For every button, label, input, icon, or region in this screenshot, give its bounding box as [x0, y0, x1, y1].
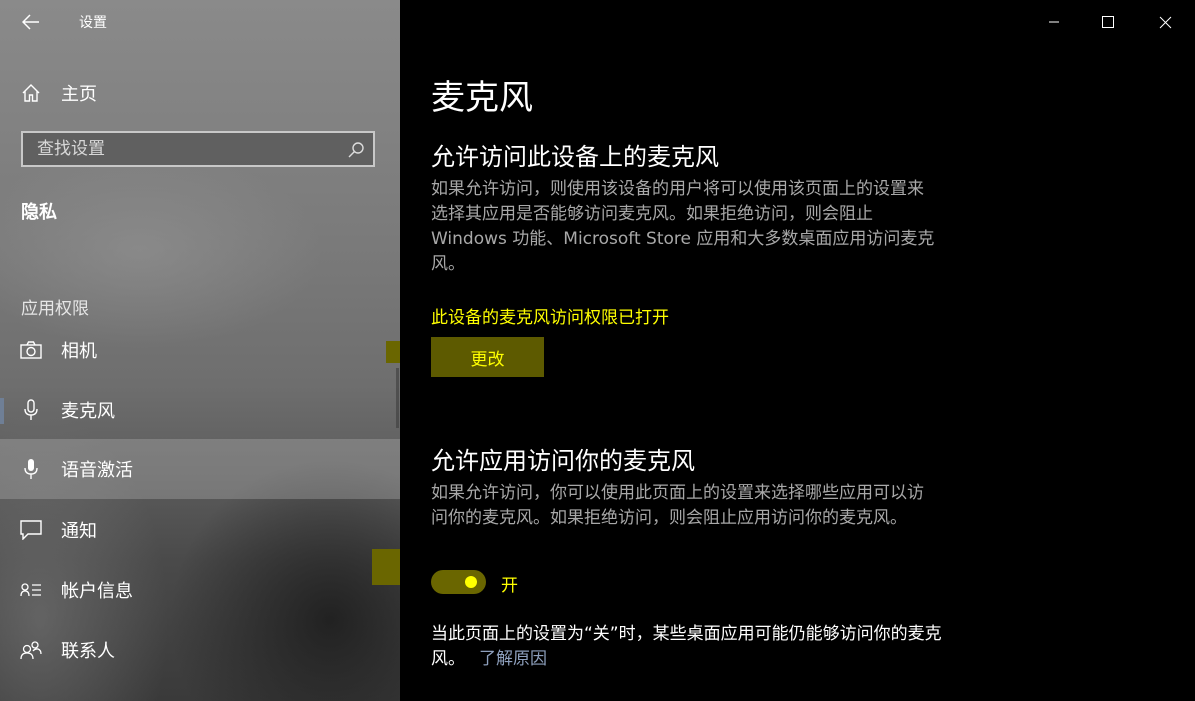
contacts-icon: [20, 639, 42, 661]
footnote-line-end: 风。: [431, 649, 465, 669]
description-line: 风。: [431, 254, 465, 274]
maximize-icon: [1102, 16, 1114, 28]
app-access-toggle[interactable]: [431, 570, 486, 594]
description-line: 选择其应用是否能够访问麦克风。如果拒绝访问，则会阻止: [431, 204, 873, 224]
highlight-artifact: [372, 549, 400, 585]
learn-why-link[interactable]: 了解原因: [479, 649, 547, 669]
message-icon: [20, 519, 42, 541]
selection-indicator: [0, 398, 4, 424]
section-heading-app-permissions: 应用权限: [21, 299, 89, 319]
maximize-button[interactable]: [1085, 8, 1131, 36]
sidebar-item-label: 主页: [61, 84, 97, 105]
sidebar: 设置 主页 隐私 应用权限: [0, 0, 400, 701]
sidebar-item-contacts[interactable]: 联系人: [0, 620, 400, 680]
device-access-status: 此设备的麦克风访问权限已打开: [431, 308, 669, 328]
toggle-state-label: 开: [501, 576, 518, 596]
footnote: 当此页面上的设置为“关”时，某些桌面应用可能仍能够访问你的麦克 风。 了解原因: [431, 622, 1011, 672]
sidebar-item-account-info[interactable]: 帐户信息: [0, 560, 400, 620]
back-button[interactable]: [18, 9, 44, 35]
camera-icon: [20, 339, 42, 361]
toggle-knob: [465, 576, 477, 588]
sidebar-item-label: 帐户信息: [61, 581, 133, 602]
search-icon[interactable]: [347, 141, 365, 159]
device-access-heading: 允许访问此设备上的麦克风: [431, 143, 719, 171]
sidebar-item-camera[interactable]: 相机: [0, 320, 400, 380]
close-button[interactable]: [1142, 8, 1188, 36]
page-title: 麦克风: [431, 78, 533, 118]
sidebar-item-label: 相机: [61, 341, 97, 362]
description-line: 问你的麦克风。如果拒绝访问，则会阻止应用访问你的麦克风。: [431, 508, 907, 528]
minimize-button[interactable]: [1031, 8, 1077, 36]
description-line: Windows 功能、Microsoft Store 应用和大多数桌面应用访问麦…: [431, 229, 935, 249]
search-input[interactable]: [23, 138, 339, 160]
highlight-artifact: [386, 341, 400, 363]
section-heading-privacy: 隐私: [21, 202, 57, 223]
app-title: 设置: [79, 15, 107, 31]
sidebar-item-label: 语音激活: [61, 460, 133, 481]
footnote-line: 当此页面上的设置为“关”时，某些桌面应用可能仍能够访问你的麦克: [431, 624, 942, 644]
main-content: 麦克风 允许访问此设备上的麦克风 如果允许访问，则使用该设备的用户将可以使用该页…: [401, 0, 1195, 701]
footnote-line-2: 风。 了解原因: [431, 647, 1011, 672]
description-line: 如果允许访问，你可以使用此页面上的设置来选择哪些应用可以访: [431, 483, 924, 503]
app-access-heading: 允许应用访问你的麦克风: [431, 447, 695, 475]
sidebar-item-voice-activation[interactable]: 语音激活: [0, 439, 400, 499]
sidebar-scrollbar[interactable]: [396, 368, 399, 428]
change-button[interactable]: 更改: [431, 337, 544, 377]
microphone-icon: [20, 399, 42, 421]
minimize-icon: [1049, 21, 1059, 23]
sidebar-item-home[interactable]: 主页: [0, 63, 400, 123]
sidebar-item-label: 通知: [61, 521, 97, 542]
voice-microphone-icon: [20, 458, 42, 480]
sidebar-item-notifications[interactable]: 通知: [0, 500, 400, 560]
settings-window: 设置 主页 隐私 应用权限: [0, 0, 1195, 701]
account-info-icon: [20, 579, 42, 601]
sidebar-item-microphone[interactable]: 麦克风: [0, 380, 400, 440]
sidebar-item-label: 联系人: [61, 641, 115, 662]
home-icon: [20, 82, 42, 104]
search-box: [21, 131, 375, 167]
back-arrow-icon: [22, 14, 39, 30]
device-access-description: 如果允许访问，则使用该设备的用户将可以使用该页面上的设置来 选择其应用是否能够访…: [431, 177, 991, 277]
app-access-description: 如果允许访问，你可以使用此页面上的设置来选择哪些应用可以访 问你的麦克风。如果拒…: [431, 481, 991, 531]
description-line: 如果允许访问，则使用该设备的用户将可以使用该页面上的设置来: [431, 179, 924, 199]
close-icon: [1159, 16, 1171, 28]
sidebar-item-label: 麦克风: [61, 401, 115, 422]
